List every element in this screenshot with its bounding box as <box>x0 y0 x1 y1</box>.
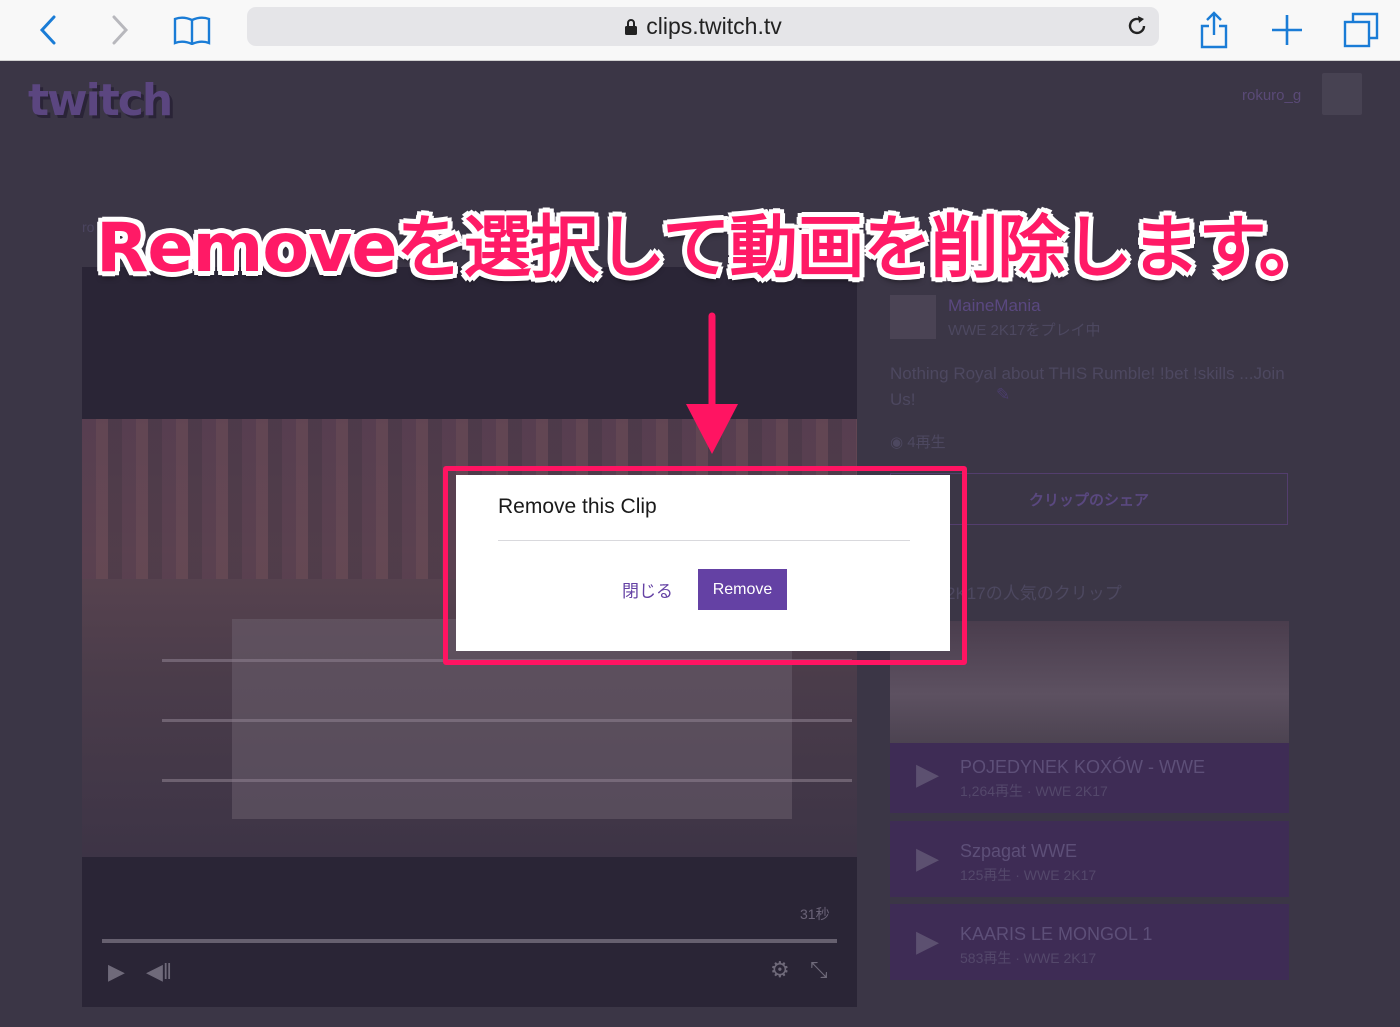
ring-rope <box>162 779 852 782</box>
clip-title: Nothing Royal about THIS Rumble! !bet !s… <box>890 364 1285 409</box>
list-item[interactable]: ▶ Szpagat WWE 125再生 · WWE 2K17 <box>890 821 1289 897</box>
tabs-icon[interactable] <box>1341 10 1381 50</box>
channel-avatar[interactable] <box>890 295 936 339</box>
gear-icon[interactable]: ⚙ <box>770 957 790 983</box>
clip-card-meta: 125再生 · WWE 2K17 <box>960 867 1097 883</box>
url-text: clips.twitch.tv <box>646 13 782 39</box>
channel-game: WWE 2K17をプレイ中 <box>948 322 1101 339</box>
progress-bar[interactable] <box>102 939 837 943</box>
new-tab-icon[interactable] <box>1267 10 1307 50</box>
volume-icon[interactable]: ◀ǁ <box>146 959 172 985</box>
fullscreen-icon[interactable]: ⤡ <box>810 957 828 983</box>
arrow-down-icon <box>686 312 738 454</box>
clip-card-title: POJEDYNEK KOXÓW - WWE <box>960 757 1206 777</box>
popular-heading: 2K17の人気のクリップ <box>946 584 1122 603</box>
view-count: ◉ 4再生 <box>890 431 946 452</box>
clip-card-title: Szpagat WWE <box>960 841 1078 861</box>
twitch-logo[interactable]: twitch <box>28 75 173 126</box>
forward-icon[interactable] <box>100 10 140 50</box>
clip-card-title: KAARIS LE MONGOL 1 <box>960 924 1153 944</box>
views-label: 4再生 <box>907 434 946 451</box>
list-item[interactable]: ▶ POJEDYNEK KOXÓW - WWE 1,264再生 · WWE 2K… <box>890 743 1289 813</box>
reload-icon[interactable] <box>1125 14 1149 43</box>
play-icon: ▶ <box>916 758 940 791</box>
play-icon: ▶ <box>916 842 940 875</box>
annotation-caption: Removeを選択して動画を削除します。 <box>96 209 1327 288</box>
play-icon: ▶ <box>916 925 940 958</box>
list-item[interactable]: ▶ KAARIS LE MONGOL 1 583再生 · WWE 2K17 <box>890 904 1289 980</box>
clip-card-meta: 583再生 · WWE 2K17 <box>960 950 1097 966</box>
breadcrumb: ro <box>82 219 95 235</box>
ring-rope <box>162 719 852 722</box>
channel-name[interactable]: MaineMania <box>948 296 1041 316</box>
play-icon[interactable]: ▶ <box>108 959 125 985</box>
highlight-box <box>443 466 967 665</box>
lock-icon <box>625 18 638 35</box>
eye-icon: ◉ <box>890 434 904 451</box>
address-bar[interactable]: clips.twitch.tv <box>247 7 1159 46</box>
share-icon[interactable] <box>1194 10 1234 50</box>
back-icon[interactable] <box>28 10 68 50</box>
clip-duration: 31秒 <box>800 906 830 922</box>
avatar[interactable] <box>1322 73 1362 115</box>
pencil-icon[interactable]: ✎ <box>996 385 1010 405</box>
browser-toolbar: clips.twitch.tv <box>0 0 1400 61</box>
clip-card-meta: 1,264再生 · WWE 2K17 <box>960 783 1108 799</box>
bookmarks-icon[interactable] <box>172 10 212 50</box>
